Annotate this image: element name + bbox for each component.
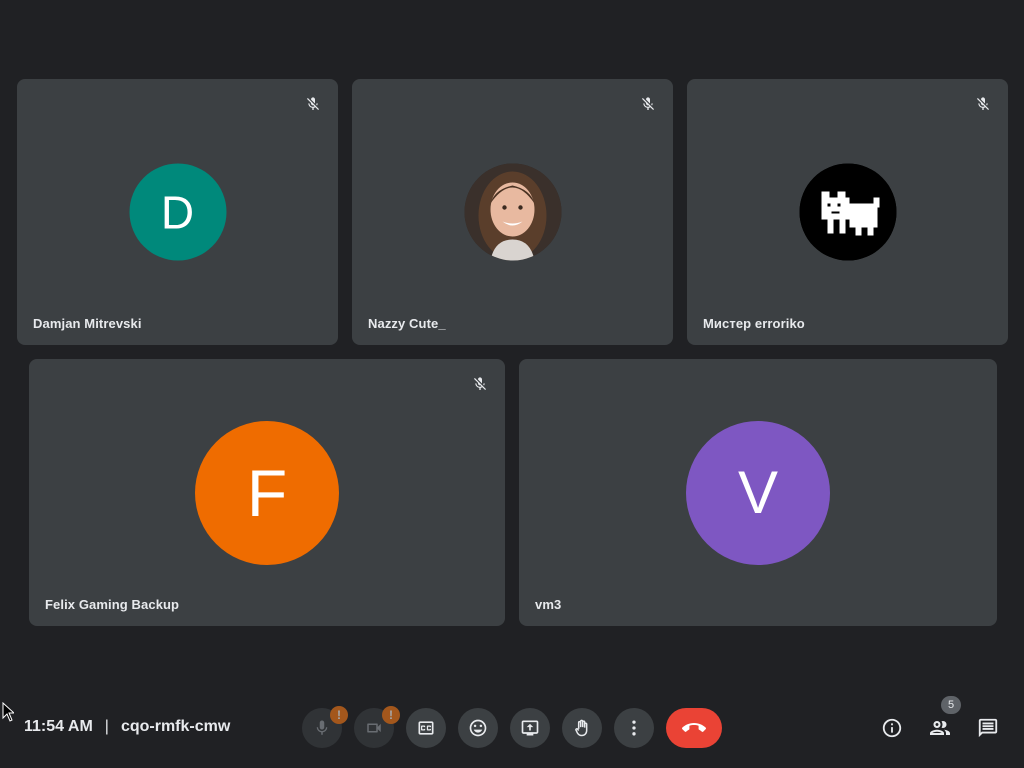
chat-icon [978, 718, 998, 738]
avatar-pixel-dog [799, 163, 896, 261]
more-options-icon [632, 720, 636, 736]
clock-time: 11:54 AM [24, 718, 93, 735]
chat-button[interactable] [968, 708, 1008, 748]
meeting-details: 11:54 AM | cqo-rmfk-cmw [24, 718, 230, 736]
avatar-initial: V [737, 459, 779, 526]
meeting-info-button[interactable] [872, 708, 912, 748]
participant-tile-vm3[interactable]: V vm3 [519, 359, 997, 626]
camera-off-icon [367, 723, 381, 733]
avatar: D [129, 163, 226, 261]
mic-off-icon [972, 93, 994, 115]
people-button[interactable] [920, 708, 960, 748]
mouse-cursor-icon [2, 701, 16, 727]
avatar: V [686, 420, 830, 565]
people-icon [930, 721, 950, 735]
participant-name: Мистер erroriko [703, 316, 805, 331]
end-call-button[interactable] [666, 708, 722, 748]
raise-hand-button[interactable] [562, 708, 602, 748]
end-call-icon [682, 723, 706, 732]
participant-tile-nazzy[interactable]: Nazzy Cute_ [352, 79, 673, 345]
camera-toggle-button[interactable]: ! [354, 706, 400, 748]
avatar-initial: F [246, 455, 288, 530]
emoji-icon [469, 719, 487, 737]
mic-alert-badge: ! [330, 706, 348, 724]
meeting-code: cqo-rmfk-cmw [120, 718, 231, 735]
emoji-button[interactable] [458, 708, 498, 748]
present-screen-button[interactable] [510, 708, 550, 748]
avatar-initial: D [160, 186, 195, 238]
camera-alert-badge: ! [382, 706, 400, 724]
present-screen-icon [521, 720, 539, 736]
participant-name: Felix Gaming Backup [45, 597, 180, 612]
info-icon [882, 718, 902, 738]
more-options-button[interactable] [614, 708, 654, 748]
participant-name: Damjan Mitrevski [33, 316, 142, 331]
mic-off-icon [302, 93, 324, 115]
mic-off-icon [469, 373, 491, 395]
mic-toggle-button[interactable]: ! [302, 706, 348, 748]
raise-hand-icon [575, 719, 588, 737]
captions-button[interactable] [406, 708, 446, 748]
participant-tile-felix[interactable]: F Felix Gaming Backup [29, 359, 505, 626]
mic-off-icon [316, 720, 328, 735]
separator: | [104, 718, 109, 735]
participant-tile-erroriko[interactable]: Мистер erroriko [687, 79, 1008, 345]
captions-icon [418, 721, 434, 735]
participant-tile-damjan[interactable]: D Damjan Mitrevski [17, 79, 338, 345]
participant-name: vm3 [535, 597, 562, 612]
participant-name: Nazzy Cute_ [368, 316, 446, 331]
avatar-photo [464, 163, 561, 261]
mic-off-icon [637, 93, 659, 115]
avatar: F [195, 420, 339, 565]
